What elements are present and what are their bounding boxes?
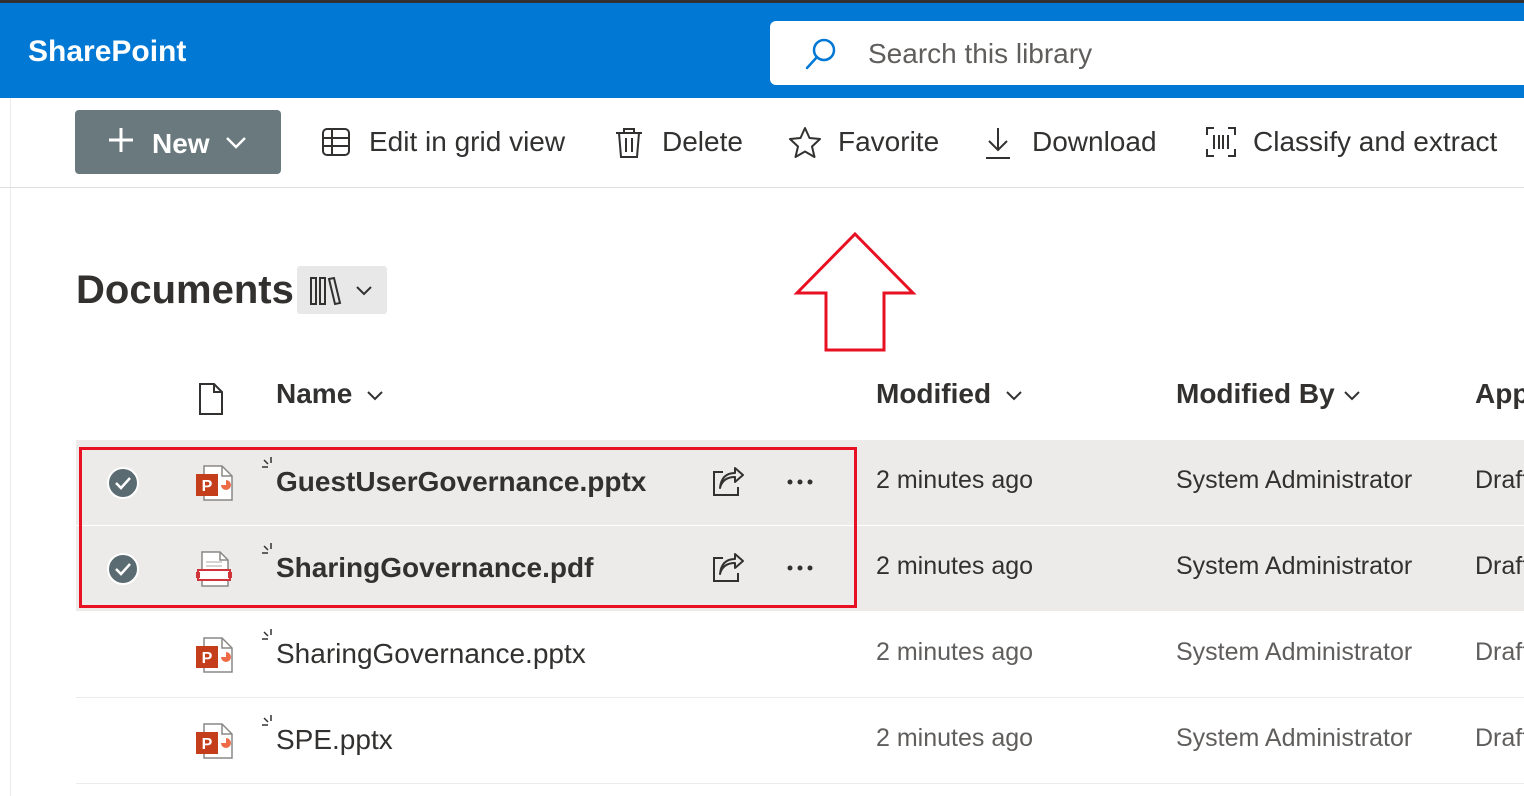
pptx-icon: P: [196, 465, 233, 501]
app-title[interactable]: SharePoint: [28, 35, 186, 69]
pptx-icon: P: [196, 723, 233, 759]
modified-cell: 2 minutes ago: [876, 552, 1034, 580]
chevron-down-icon: [367, 391, 383, 401]
edit-grid-view-label: Edit in grid view: [369, 126, 566, 157]
table-row[interactable]: P SPE.pptx 2 minutes ago System Administ…: [76, 698, 1524, 784]
column-header-name-label: Name: [276, 378, 353, 409]
modified-by-cell[interactable]: System Administrator: [1176, 638, 1412, 667]
favorite-label: Favorite: [838, 126, 940, 157]
share-icon[interactable]: [711, 552, 745, 584]
page-title: Documents: [76, 268, 294, 312]
star-icon: [789, 127, 821, 158]
annotation-arrow-up-icon: [793, 231, 917, 352]
modified-by-cell[interactable]: System Administrator: [1176, 466, 1412, 495]
column-header-name[interactable]: Name: [276, 378, 416, 422]
table-row[interactable]: P GuestUserGovernance.pptx 2 minutes ago…: [76, 440, 1524, 526]
suite-header: SharePoint: [0, 0, 1524, 98]
svg-text:P: P: [202, 736, 213, 753]
share-icon[interactable]: [711, 466, 745, 498]
approval-status-cell: Draft: [1475, 466, 1524, 494]
pptx-icon: P: [196, 637, 233, 673]
search-box[interactable]: [770, 21, 1524, 85]
column-header-modified-by-label: Modified By: [1176, 378, 1335, 409]
column-header-approval[interactable]: App: [1475, 378, 1524, 422]
modified-by-cell[interactable]: System Administrator: [1176, 724, 1412, 753]
download-label: Download: [1032, 126, 1157, 157]
edit-grid-view-button[interactable]: Edit in grid view: [320, 124, 570, 164]
chevron-down-icon: [356, 286, 372, 296]
check-circle-icon[interactable]: [106, 552, 140, 586]
table-row[interactable]: SharingGovernance.pdf 2 minutes ago Syst…: [76, 526, 1524, 612]
file-name[interactable]: SPE.pptx: [276, 724, 393, 756]
more-options-icon[interactable]: [786, 560, 814, 576]
file-name[interactable]: SharingGovernance.pdf: [276, 552, 593, 584]
new-button[interactable]: New: [75, 110, 281, 174]
download-button[interactable]: Download: [983, 124, 1163, 164]
classify-extract-button[interactable]: Classify and extract: [1205, 124, 1505, 164]
modified-cell: 2 minutes ago: [876, 466, 1034, 494]
grid-icon: [322, 128, 350, 156]
plus-icon: [109, 128, 133, 152]
file-name[interactable]: GuestUserGovernance.pptx: [276, 466, 646, 498]
column-header-modified-label: Modified: [876, 378, 992, 409]
chevron-down-icon: [226, 137, 246, 149]
chevron-down-icon: [1006, 391, 1022, 401]
trash-icon: [616, 128, 642, 158]
command-bar: New Edit in grid view Delete Favorite Do…: [0, 98, 1524, 188]
file-type-icon[interactable]: [198, 382, 224, 416]
file-name[interactable]: SharingGovernance.pptx: [276, 638, 586, 670]
approval-status-cell: Draft: [1475, 552, 1524, 580]
modified-cell: 2 minutes ago: [876, 638, 1034, 666]
column-header-modified[interactable]: Modified: [876, 378, 1036, 422]
library-icon: [310, 276, 342, 306]
svg-text:P: P: [202, 650, 213, 667]
check-circle-icon[interactable]: [106, 466, 140, 500]
column-header-approval-label: App: [1475, 378, 1524, 409]
approval-status-cell: Draft: [1475, 638, 1524, 666]
classify-extract-label: Classify and extract: [1253, 126, 1498, 157]
modified-cell: 2 minutes ago: [876, 724, 1034, 752]
new-button-label: New: [152, 128, 210, 159]
delete-button[interactable]: Delete: [613, 124, 748, 164]
content-left-border: [10, 98, 11, 796]
search-input[interactable]: [866, 33, 1470, 75]
delete-label: Delete: [662, 126, 743, 157]
approval-status-cell: Draft: [1475, 724, 1524, 752]
table-row[interactable]: P SharingGovernance.pptx 2 minutes ago S…: [76, 612, 1524, 698]
more-options-icon[interactable]: [786, 474, 814, 490]
favorite-button[interactable]: Favorite: [788, 124, 940, 164]
search-icon: [805, 38, 836, 70]
column-header-modified-by[interactable]: Modified By: [1176, 378, 1376, 422]
modified-by-cell[interactable]: System Administrator: [1176, 552, 1412, 581]
pdf-icon: [196, 551, 232, 587]
chevron-down-icon: [1344, 391, 1360, 401]
download-icon: [986, 128, 1010, 159]
barcode-scan-icon: [1206, 127, 1236, 157]
svg-text:P: P: [202, 478, 213, 495]
view-options-button[interactable]: [297, 266, 387, 314]
